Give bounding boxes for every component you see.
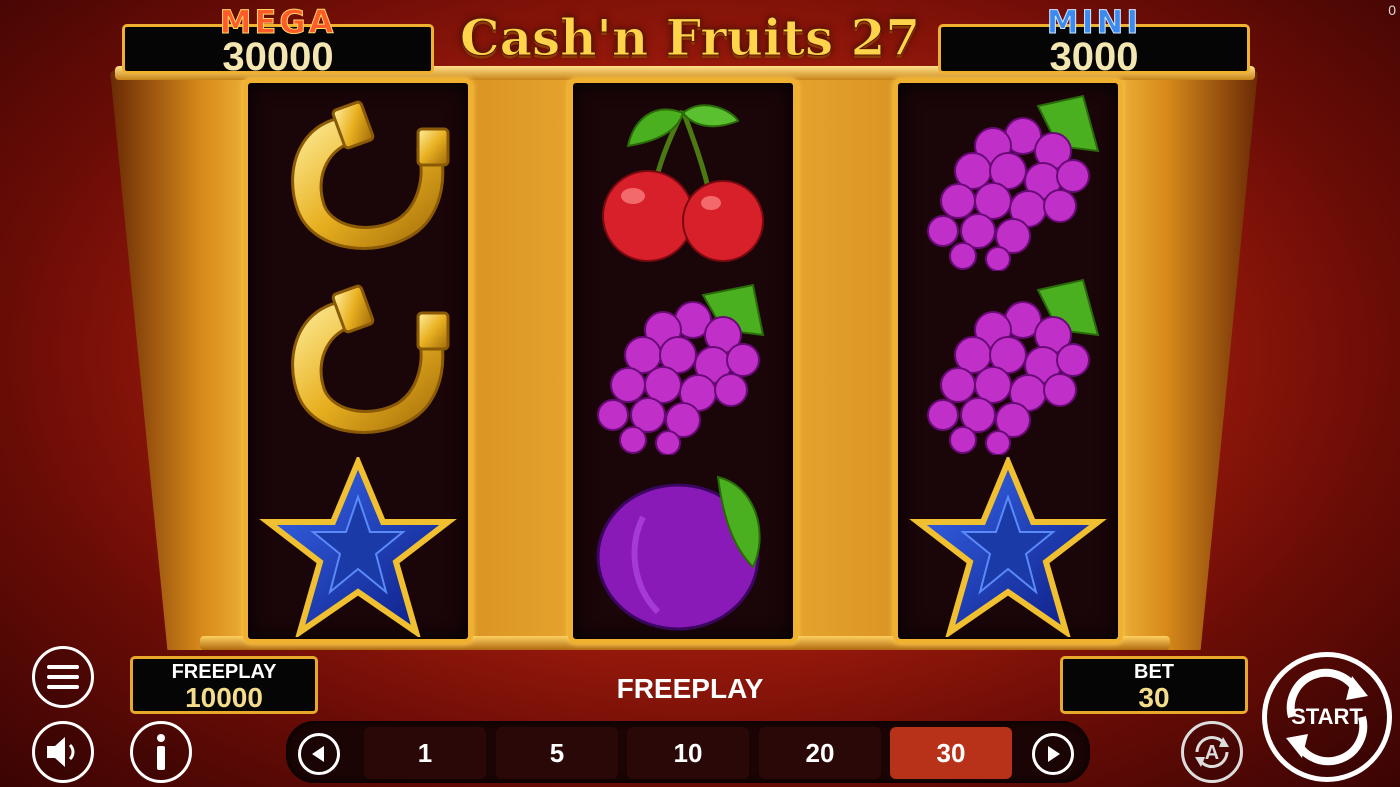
grapes-icon — [927, 94, 1100, 271]
freeplay-balance-value: 10000 — [185, 682, 263, 713]
sound-button[interactable] — [32, 721, 94, 783]
autoplay-icon: A — [1195, 735, 1229, 769]
svg-text:A: A — [1205, 742, 1219, 764]
bet-option-30[interactable]: 30 — [890, 727, 1012, 779]
autoplay-button[interactable]: A — [1181, 721, 1243, 783]
reel-2 — [568, 78, 798, 644]
bet-display: BET 30 — [1060, 656, 1248, 714]
speaker-icon — [47, 737, 75, 767]
menu-button[interactable] — [32, 646, 94, 708]
bet-decrease-button[interactable] — [298, 733, 340, 775]
info-icon — [157, 734, 165, 770]
start-button[interactable]: START — [1262, 652, 1392, 782]
mini-jackpot: MINI 3000 — [938, 3, 1250, 79]
grapes-icon — [927, 278, 1100, 455]
bet-selector: 1 5 10 20 30 — [286, 721, 1090, 783]
bet-option-10[interactable]: 10 — [627, 727, 749, 779]
bet-value: 30 — [1138, 682, 1170, 713]
blue-star-icon — [909, 457, 1107, 637]
status-text: FREEPLAY — [616, 673, 764, 704]
mega-jackpot-value: 30000 — [222, 35, 334, 79]
horseshoe-icon — [291, 284, 450, 434]
reel-3 — [893, 78, 1123, 644]
arrow-left-icon — [312, 746, 324, 762]
horseshoe-icon — [291, 100, 450, 250]
corner-counter: 0 — [1388, 2, 1396, 18]
arrow-right-icon — [1048, 746, 1060, 762]
grapes-icon — [597, 283, 765, 455]
freeplay-balance: FREEPLAY 10000 — [130, 656, 318, 714]
bet-option-1[interactable]: 1 — [364, 727, 486, 779]
hamburger-menu-icon — [47, 665, 79, 689]
reel-1 — [243, 78, 473, 644]
game-title: Cash'n Fruits 27 — [459, 8, 921, 68]
start-label: START — [1291, 704, 1363, 729]
bet-label: BET — [1134, 661, 1174, 683]
bet-increase-button[interactable] — [1032, 733, 1074, 775]
bet-option-20[interactable]: 20 — [759, 727, 881, 779]
plum-icon — [596, 475, 761, 631]
info-button[interactable] — [130, 721, 192, 783]
blue-star-icon — [259, 457, 457, 637]
bet-option-5[interactable]: 5 — [496, 727, 618, 779]
freeplay-balance-label: FREEPLAY — [171, 661, 277, 683]
mini-jackpot-value: 3000 — [1049, 35, 1139, 79]
cherries-icon — [602, 104, 764, 262]
mega-jackpot: MEGA 30000 — [122, 3, 434, 79]
